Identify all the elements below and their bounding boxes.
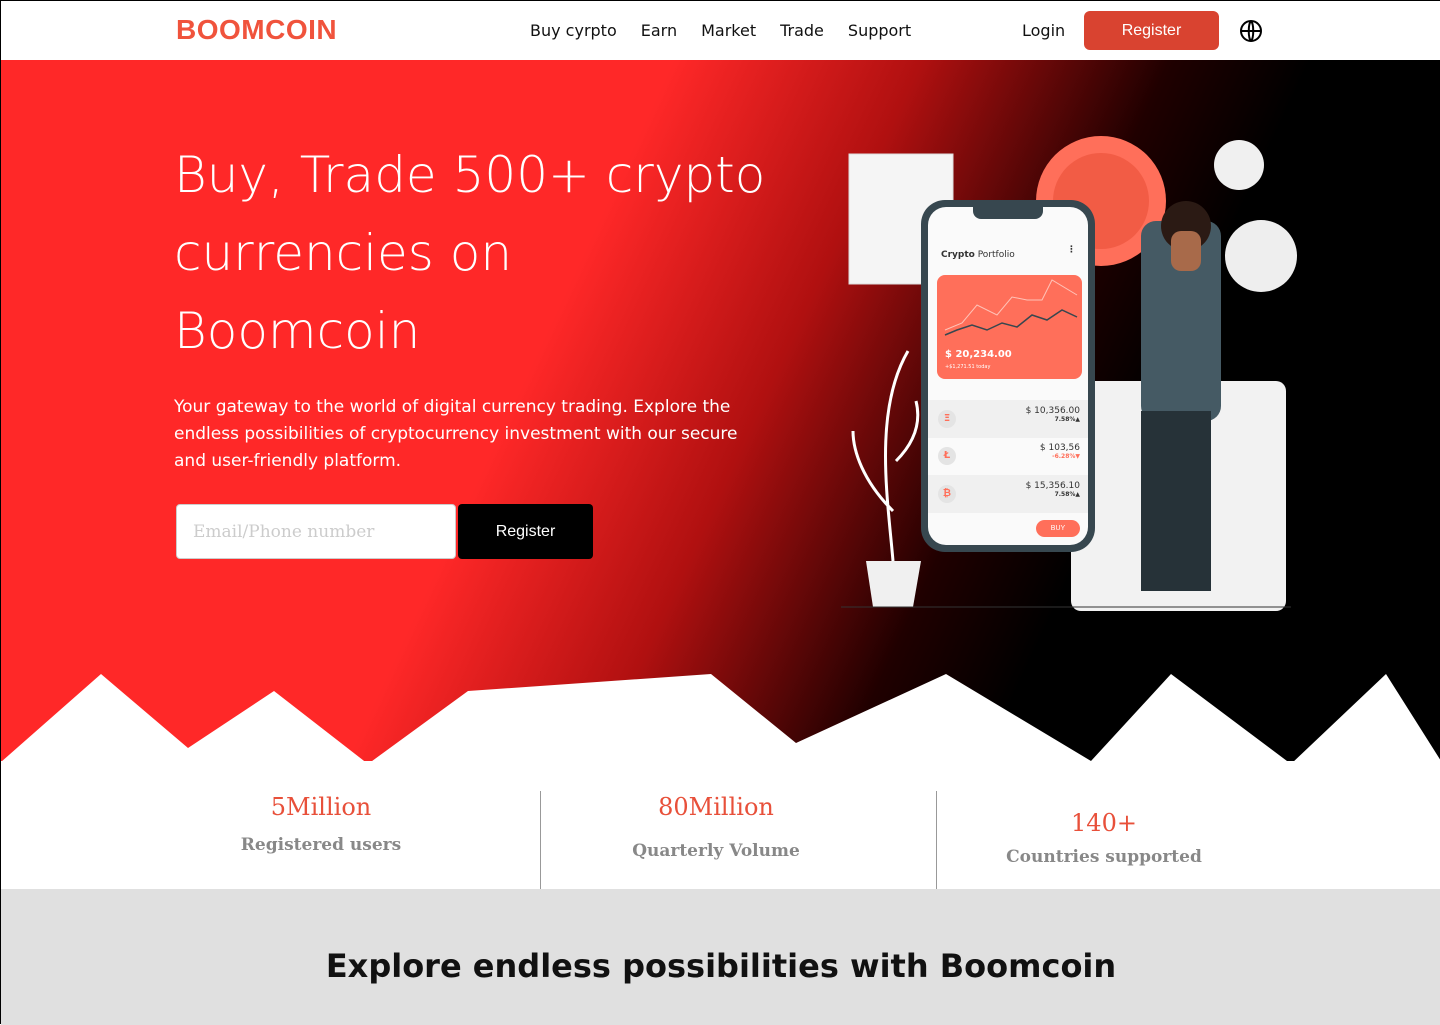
phone-mockup: Crypto Portfolio ⋮ $ 20,234.00 +$1,271.5… [921,200,1095,552]
coin-row[interactable]: ₿ $ 15,356.10 7.58%▲ [928,475,1088,513]
hero-register-button[interactable]: Register [458,504,593,559]
nav-earn[interactable]: Earn [641,21,677,40]
login-link[interactable]: Login [1022,21,1065,40]
more-icon[interactable]: ⋮ [1067,245,1076,255]
buy-button[interactable]: BUY [1036,520,1080,537]
stat-volume: 80Million Quarterly Volume [632,793,800,861]
bitcoin-icon: ₿ [938,485,956,503]
globe-icon[interactable] [1239,19,1263,43]
coin-amount: $ 15,356.10 [1025,481,1080,491]
email-input[interactable] [176,504,456,559]
portfolio-title: Crypto [941,250,975,260]
explore-section: Explore endless possibilities with Boomc… [1,889,1440,1025]
main-menu: Buy cyrpto Earn Market Trade Support [530,21,911,40]
divider [936,791,937,889]
balance-value: $ 20,234.00 [945,349,1012,360]
logo[interactable]: BOOMCOIN [176,14,337,46]
coin-change: 7.58%▲ [1054,416,1080,423]
nav-buy-crypto[interactable]: Buy cyrpto [530,21,617,40]
nav-market[interactable]: Market [701,21,756,40]
coin-change: -6.28%▼ [1052,453,1080,460]
stat-users: 5Million Registered users [240,793,402,855]
balance-card: $ 20,234.00 +$1,271.51 today [937,275,1082,379]
coin-amount: $ 103,56 [1039,443,1080,453]
top-nav: BOOMCOIN Buy cyrpto Earn Market Trade Su… [1,1,1440,60]
portfolio-title-rest: Portfolio [974,250,1015,260]
litecoin-icon: Ł [938,447,956,465]
coin-row[interactable]: Ł $ 103,56 -6.28%▼ [928,437,1088,475]
register-button[interactable]: Register [1084,11,1219,50]
hero-subtitle: Your gateway to the world of digital cur… [174,397,738,471]
nav-support[interactable]: Support [848,21,911,40]
explore-heading: Explore endless possibilities with Boomc… [325,947,1117,985]
divider [540,791,541,889]
coin-row[interactable]: Ξ $ 10,356.00 7.58%▲ [928,400,1088,438]
balance-today: +$1,271.51 today [945,364,991,370]
coin-amount: $ 10,356.00 [1025,406,1080,416]
hero-title: Buy, Trade 500+ crypto currencies on Boo… [174,146,766,360]
portfolio-chart [944,279,1078,336]
coin-change: 7.58%▲ [1054,491,1080,498]
ethereum-icon: Ξ [938,410,956,428]
mountain-divider [1,674,1440,771]
nav-trade[interactable]: Trade [780,21,824,40]
stat-countries: 140+ Countries supported [1006,809,1202,867]
